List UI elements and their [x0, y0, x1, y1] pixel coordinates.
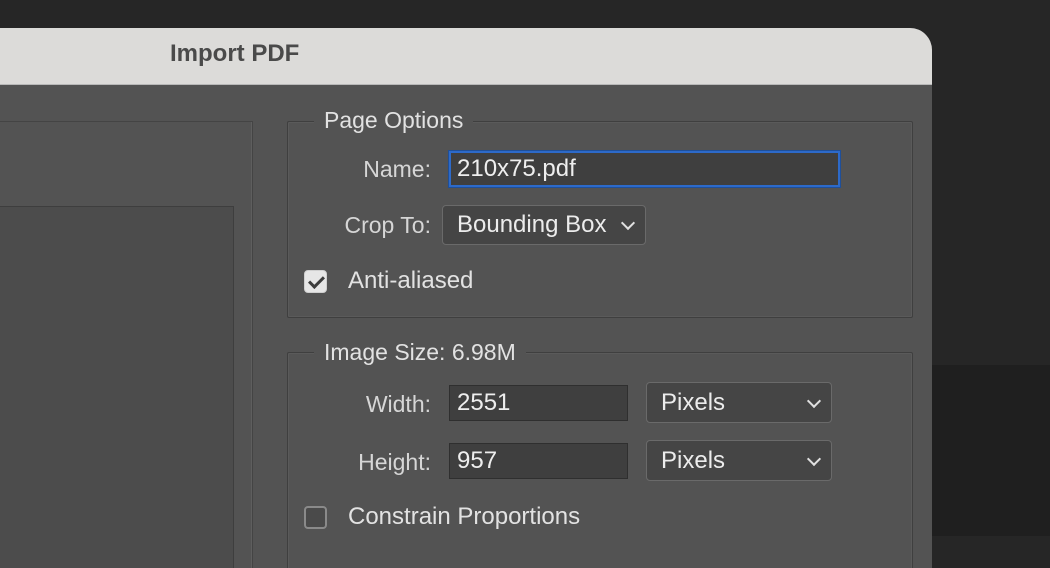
- antialiased-label[interactable]: Anti-aliased: [348, 268, 473, 294]
- width-unit-value: Pixels: [661, 389, 726, 416]
- width-label: Width:: [365, 391, 431, 417]
- title-bar[interactable]: Import PDF: [0, 28, 932, 85]
- page-thumbnail-area[interactable]: [0, 206, 234, 568]
- chevron-down-icon: [806, 393, 822, 408]
- name-field[interactable]: 210x75.pdf: [449, 151, 840, 187]
- height-unit-value: Pixels: [661, 447, 726, 474]
- constrain-proportions-checkbox[interactable]: [304, 506, 327, 529]
- page-options-label: Page Options: [314, 107, 474, 133]
- image-size-label: Image Size: 6.98M: [314, 339, 526, 365]
- background-window: [932, 365, 1050, 536]
- width-field[interactable]: 2551: [449, 385, 628, 421]
- antialiased-checkbox[interactable]: [304, 270, 327, 293]
- crop-to-label: Crop To:: [344, 212, 431, 238]
- height-label: Height:: [358, 449, 431, 475]
- dialog-title: Import PDF: [170, 40, 300, 67]
- chevron-down-icon: [806, 451, 822, 466]
- chevron-down-icon: [620, 215, 636, 231]
- height-unit-dropdown[interactable]: Pixels: [646, 440, 832, 481]
- import-pdf-dialog: Import PDF Page Options Name: 210x75.pdf…: [0, 28, 932, 568]
- crop-to-value: Bounding Box: [457, 211, 607, 238]
- checkmark-icon: [308, 272, 325, 289]
- height-field[interactable]: 957: [449, 443, 628, 479]
- width-unit-dropdown[interactable]: Pixels: [646, 382, 832, 423]
- constrain-proportions-label[interactable]: Constrain Proportions: [348, 504, 580, 530]
- name-label: Name:: [363, 156, 431, 182]
- crop-to-dropdown[interactable]: Bounding Box: [442, 205, 646, 245]
